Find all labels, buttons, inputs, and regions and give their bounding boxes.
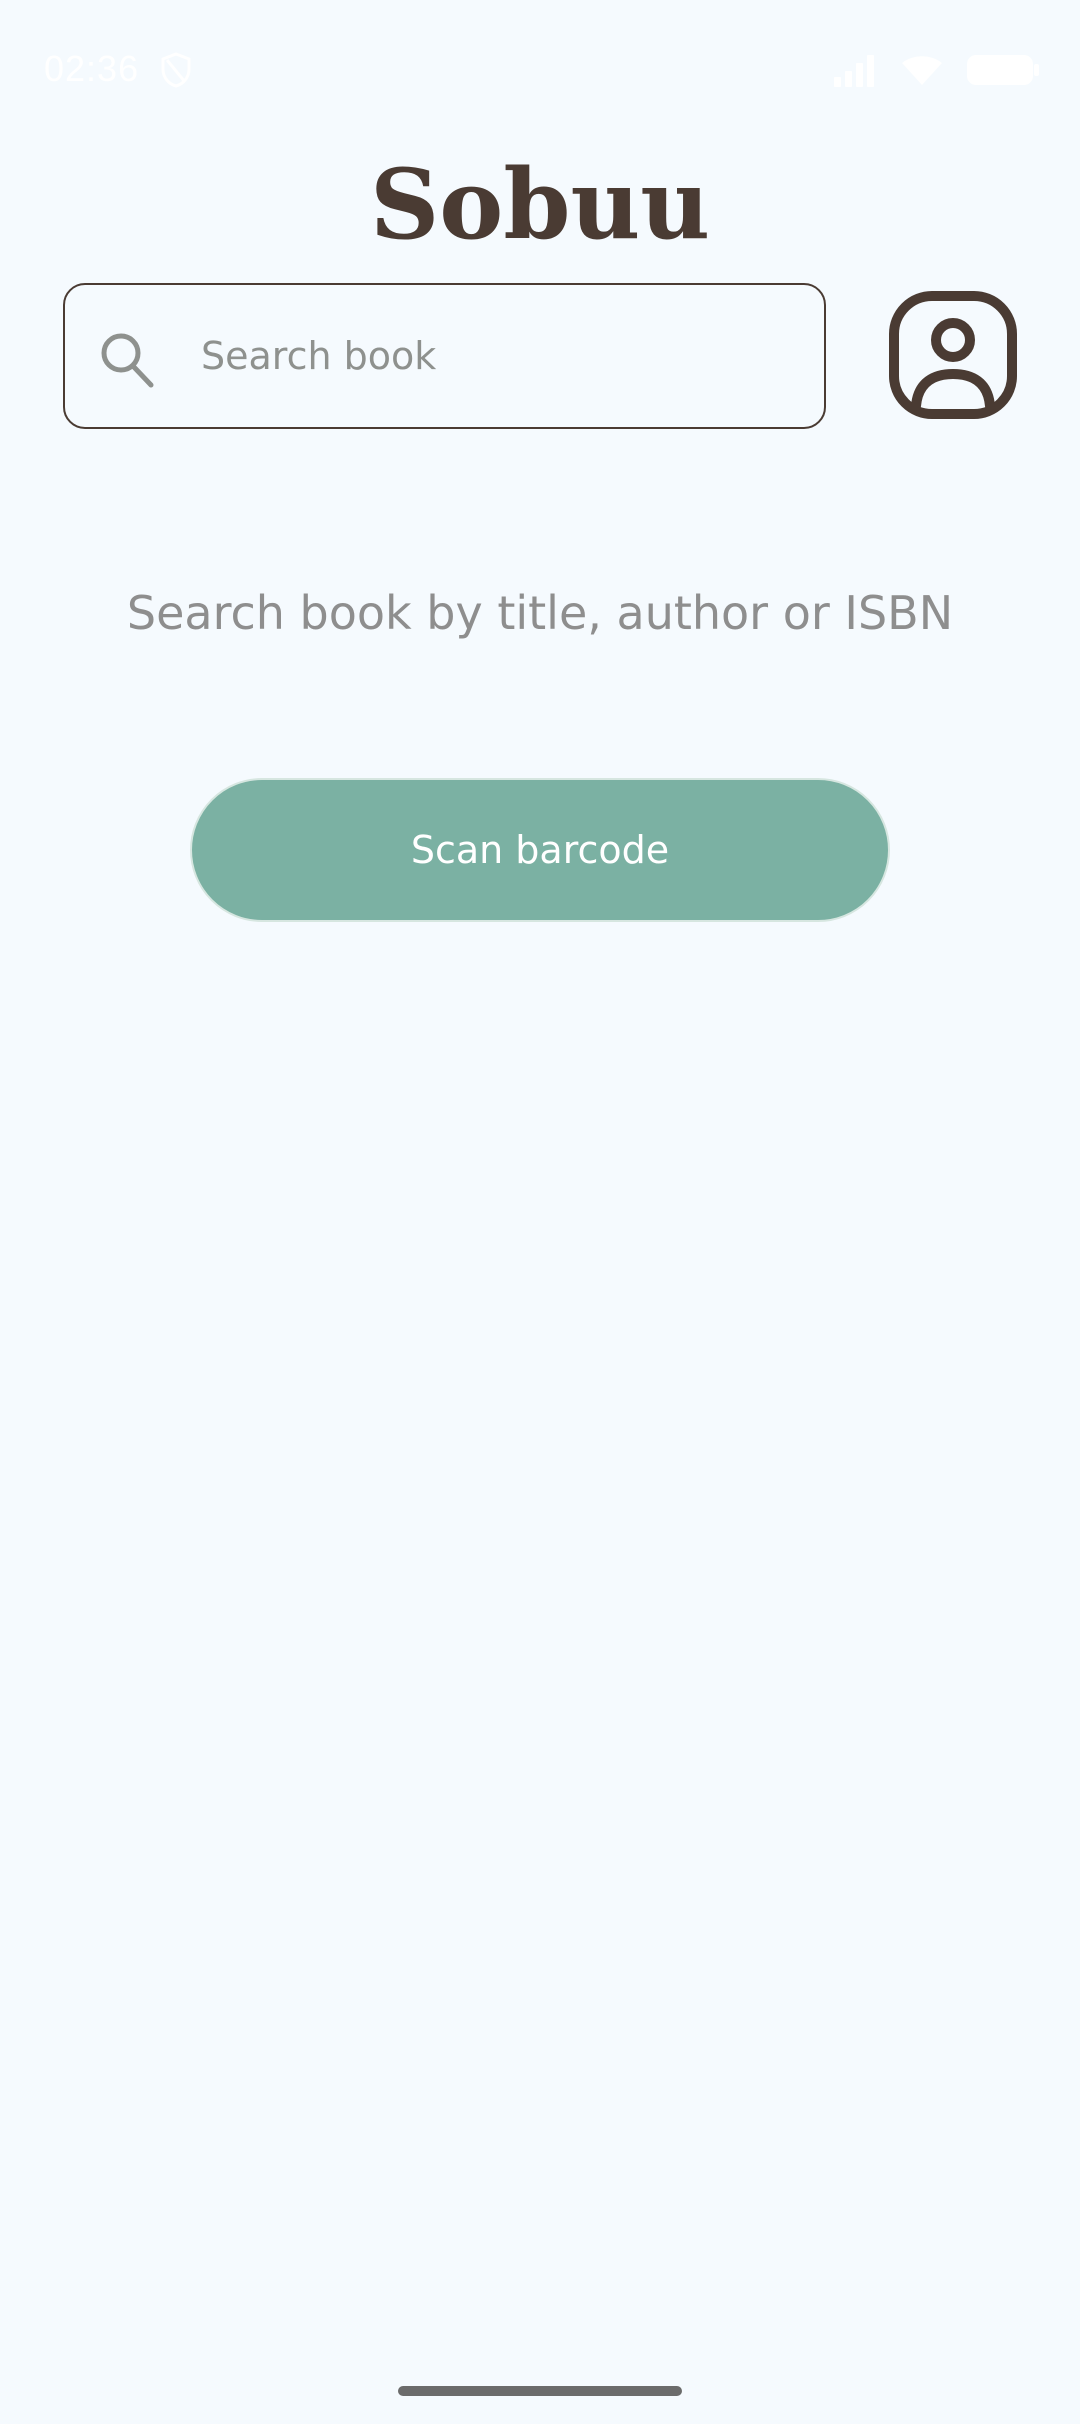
status-time: 02:36 xyxy=(44,48,140,89)
status-icons xyxy=(832,52,1040,88)
search-box[interactable] xyxy=(63,283,826,429)
app-title: Sobuu xyxy=(369,148,711,261)
search-icon xyxy=(101,333,154,388)
status-bar: 02:36 xyxy=(0,0,1080,140)
scan-barcode-button[interactable]: Scan barcode xyxy=(190,778,890,922)
home-indicator[interactable] xyxy=(398,2386,682,2396)
search-hint-text: Search book by title, author or ISBN xyxy=(126,586,954,640)
shield-icon xyxy=(161,52,191,88)
profile-button[interactable] xyxy=(888,290,1018,420)
search-input[interactable] xyxy=(201,285,801,426)
battery-icon xyxy=(967,55,1039,85)
signal-icon xyxy=(834,55,874,87)
wifi-icon xyxy=(902,56,942,85)
user-profile-icon xyxy=(889,291,1017,419)
